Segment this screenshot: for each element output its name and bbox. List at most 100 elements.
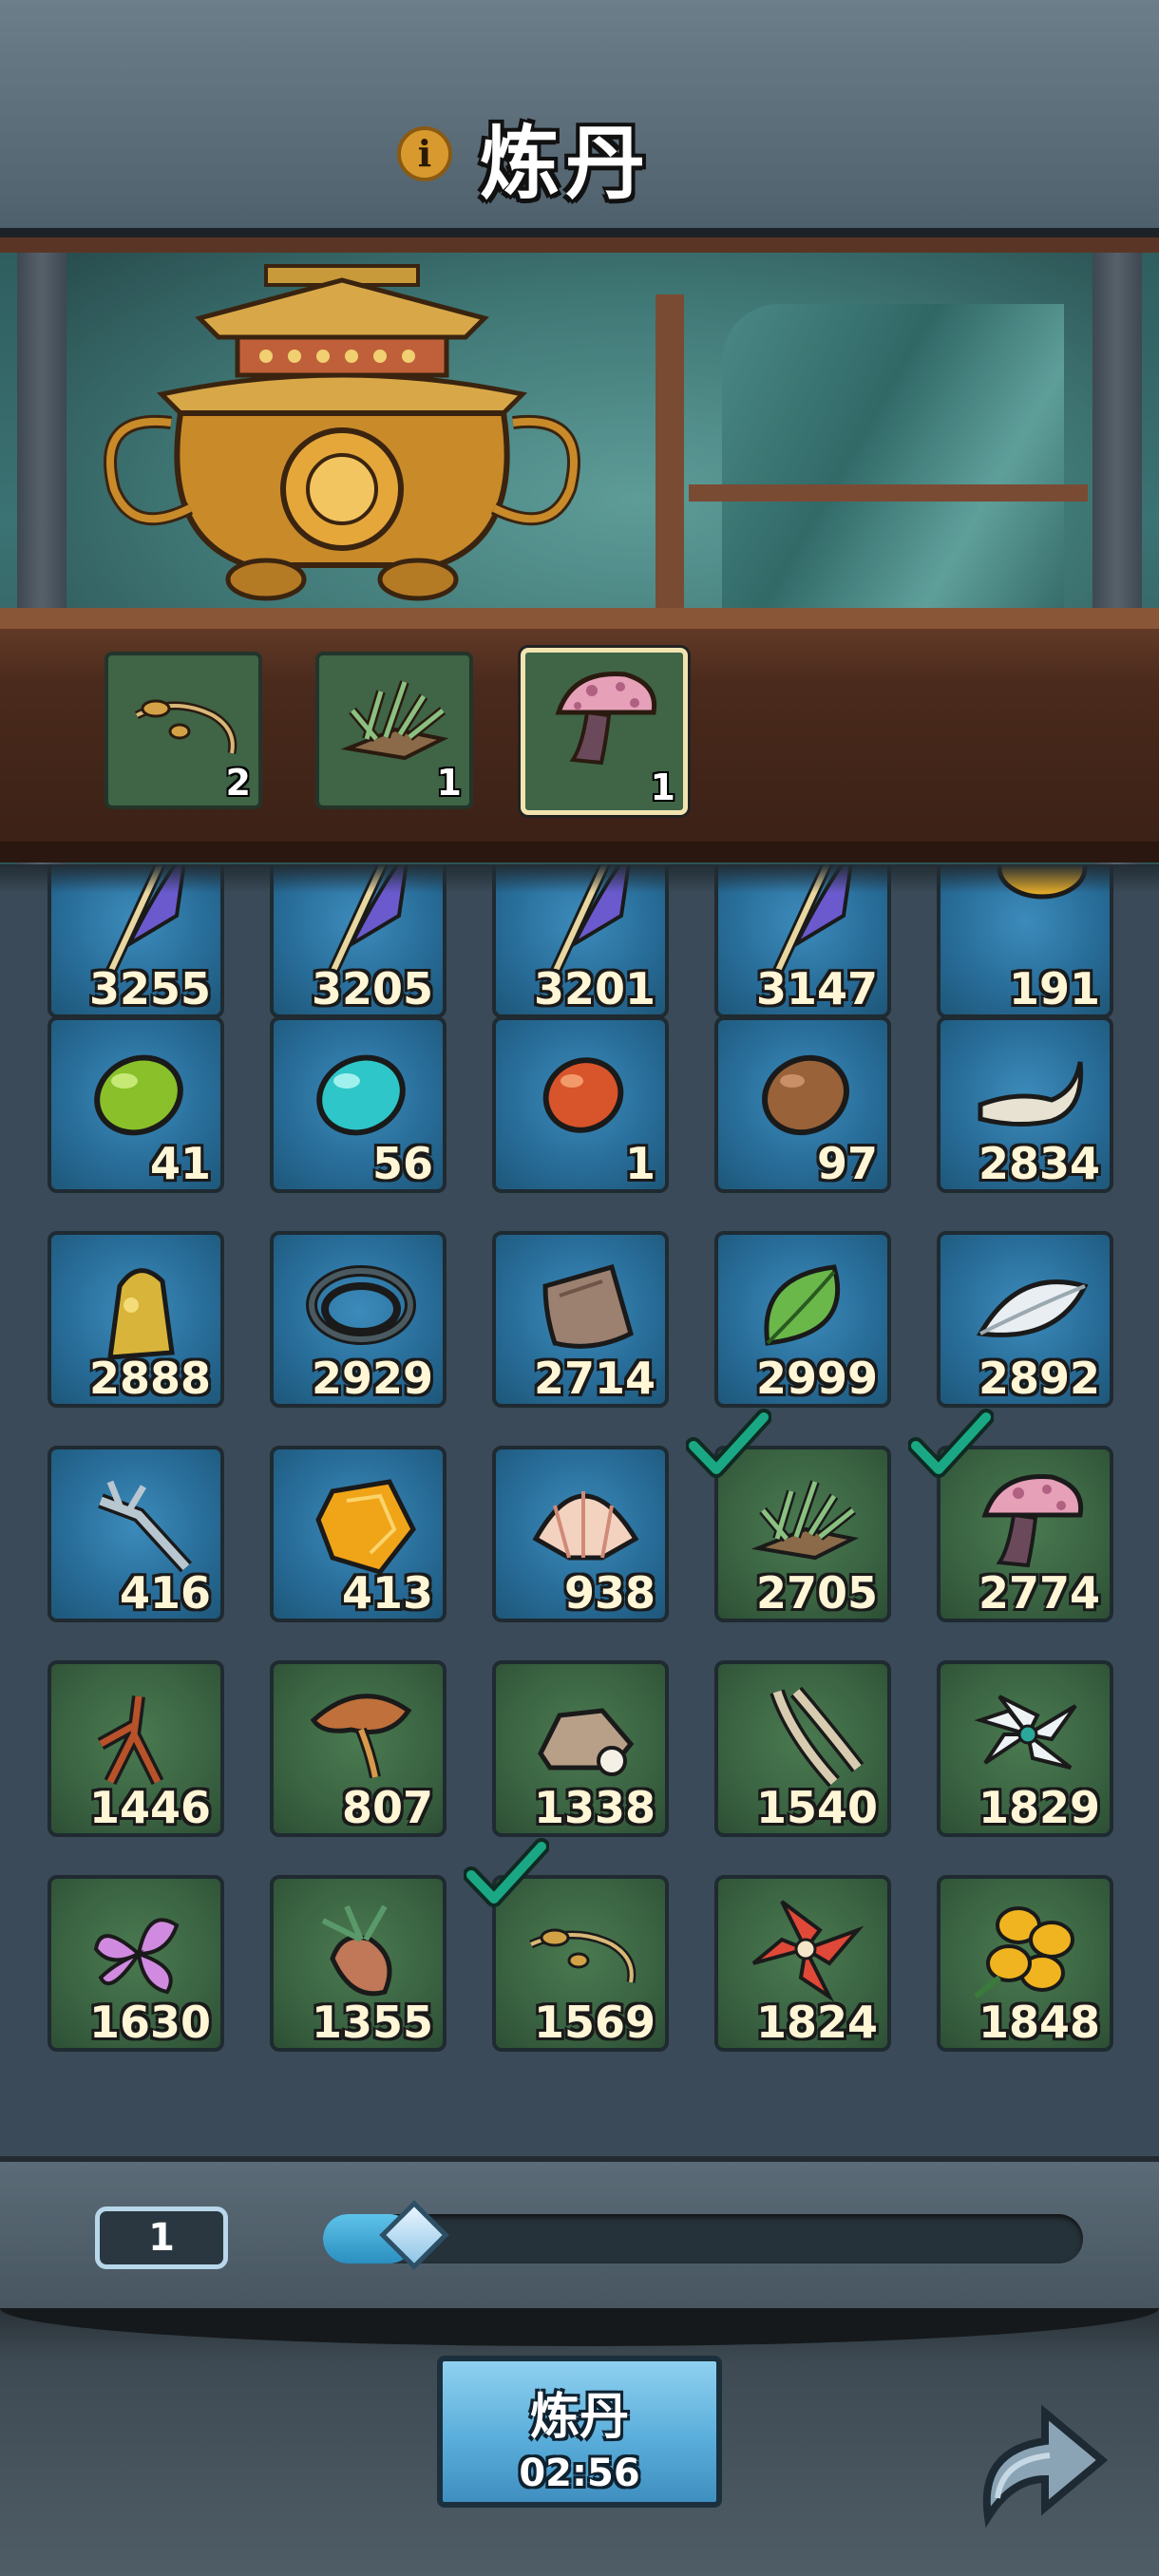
item-count: 416 [119, 1567, 211, 1619]
item-count: 2705 [755, 1567, 878, 1619]
curtain [722, 304, 1064, 646]
slot-count: 1 [436, 762, 462, 804]
craft-button[interactable]: 炼丹 02:56 [437, 2356, 722, 2508]
item-count: 2892 [978, 1353, 1100, 1404]
item-count: 97 [816, 1138, 878, 1189]
lingzhi-mushroom-icon [310, 1694, 412, 1779]
item-count: 3201 [533, 963, 656, 1014]
quantity-panel: 1 [0, 2156, 1159, 2314]
item-count: 413 [341, 1567, 433, 1619]
item-count: 2714 [533, 1353, 656, 1404]
checkmark-icon [686, 1409, 771, 1478]
bottom-bar: 炼丹 02:56 [0, 2308, 1159, 2576]
inventory-item[interactable]: 807 [270, 1660, 446, 1837]
quantity-slider[interactable] [323, 2200, 1083, 2270]
feather-quill-icon [327, 864, 408, 973]
purple-flower-icon [93, 1918, 180, 1995]
feather-quill-icon [771, 864, 853, 973]
inventory-item[interactable]: 1355 [270, 1875, 446, 2052]
inventory-item[interactable]: 413 [270, 1446, 446, 1622]
craft-button-label: 炼丹 [529, 2389, 629, 2446]
top-beam [0, 237, 1159, 253]
inventory-item[interactable]: 1540 [714, 1660, 891, 1837]
share-arrow-icon[interactable] [960, 2384, 1112, 2536]
inventory-item[interactable]: 56 [270, 1016, 446, 1193]
info-icon[interactable]: i [397, 126, 452, 181]
inventory-item[interactable]: 1829 [937, 1660, 1113, 1837]
item-count: 2774 [978, 1567, 1100, 1619]
inventory-item[interactable]: 191 [937, 864, 1113, 1018]
pale-roots-icon [770, 1686, 864, 1788]
item-count: 807 [341, 1782, 433, 1833]
item-count: 3147 [755, 963, 878, 1014]
gold-stone-icon [997, 864, 1088, 900]
ginseng-root-icon [97, 1695, 164, 1786]
inventory-item[interactable]: 1 [492, 1016, 669, 1193]
slot-count: 1 [650, 767, 675, 808]
green-leaf-icon [764, 1264, 841, 1346]
inventory-item[interactable]: 3147 [714, 864, 891, 1018]
inventory-item[interactable]: 2999 [714, 1231, 891, 1408]
feather-quill-icon [104, 864, 186, 973]
inventory-item[interactable]: 41 [48, 1016, 224, 1193]
craft-timer: 02:56 [519, 2452, 640, 2495]
inventory-item[interactable]: 3201 [492, 864, 669, 1018]
item-count: 1338 [533, 1782, 656, 1833]
inventory-item[interactable]: 1630 [48, 1875, 224, 2052]
inventory-item[interactable]: 1446 [48, 1660, 224, 1837]
item-count: 2929 [311, 1353, 433, 1404]
item-count: 1446 [88, 1782, 211, 1833]
inventory-grid[interactable]: 3255 3205 3201 3147 191 41 56 1 97 2834 2888 2929 27… [0, 864, 1159, 2147]
leather-hide-icon [542, 1263, 634, 1349]
seashell-icon [532, 1491, 639, 1561]
furnace-slot-2[interactable]: 1 [315, 652, 473, 809]
inventory-item[interactable]: 2834 [937, 1016, 1113, 1193]
inventory-item[interactable]: 3205 [270, 864, 446, 1018]
item-count: 1630 [88, 1997, 211, 2048]
item-count: 1569 [533, 1997, 656, 2048]
slot-count: 2 [225, 762, 251, 804]
header-bar: i 炼丹 [0, 0, 1159, 237]
pink-mushroom-icon [555, 672, 657, 766]
alchemy-room-scene: 2 1 1 [0, 237, 1159, 864]
sprout-herb-icon [134, 699, 238, 754]
inventory-item[interactable]: 2714 [492, 1231, 669, 1408]
white-lotus-icon [974, 1695, 1077, 1770]
inventory-item[interactable]: 2892 [937, 1231, 1113, 1408]
window-frame [689, 484, 1088, 502]
inventory-item[interactable]: 2929 [270, 1231, 446, 1408]
item-count: 56 [371, 1138, 433, 1189]
page-title: 炼丹 [480, 117, 652, 210]
inventory-item[interactable]: 1338 [492, 1660, 669, 1837]
item-count: 2999 [755, 1353, 878, 1404]
feather-quill-icon [549, 864, 631, 973]
item-count: 1829 [978, 1782, 1100, 1833]
bone-branch-icon [98, 1480, 192, 1573]
window-frame [656, 294, 684, 608]
inventory-item[interactable]: 1848 [937, 1875, 1113, 2052]
item-count: 1540 [755, 1782, 878, 1833]
item-count: 938 [563, 1567, 656, 1619]
item-count: 41 [149, 1138, 211, 1189]
inventory-item[interactable]: 97 [714, 1016, 891, 1193]
inventory-item[interactable]: 1824 [714, 1875, 891, 2052]
item-count: 3255 [88, 963, 211, 1014]
horn-icon [978, 1061, 1084, 1127]
inventory-item[interactable]: 416 [48, 1446, 224, 1622]
item-count: 3205 [311, 963, 433, 1014]
red-lily-icon [751, 1900, 864, 2002]
furnace-slot-3[interactable]: 1 [521, 648, 688, 815]
inventory-item[interactable]: 2888 [48, 1231, 224, 1408]
item-count: 191 [1008, 963, 1100, 1014]
inventory-item[interactable]: 938 [492, 1446, 669, 1622]
furnace-slot-1[interactable]: 2 [104, 652, 262, 809]
cyan-stone-icon [316, 1054, 406, 1136]
quantity-input[interactable]: 1 [95, 2207, 228, 2269]
rope-coil-icon [306, 1265, 416, 1345]
item-count: 2834 [978, 1138, 1100, 1189]
brown-stone-icon [762, 1054, 849, 1136]
inventory-item[interactable]: 3255 [48, 864, 224, 1018]
red-stone-icon [542, 1057, 624, 1133]
amber-gem-icon [315, 1479, 416, 1575]
green-stone-icon [94, 1054, 183, 1136]
